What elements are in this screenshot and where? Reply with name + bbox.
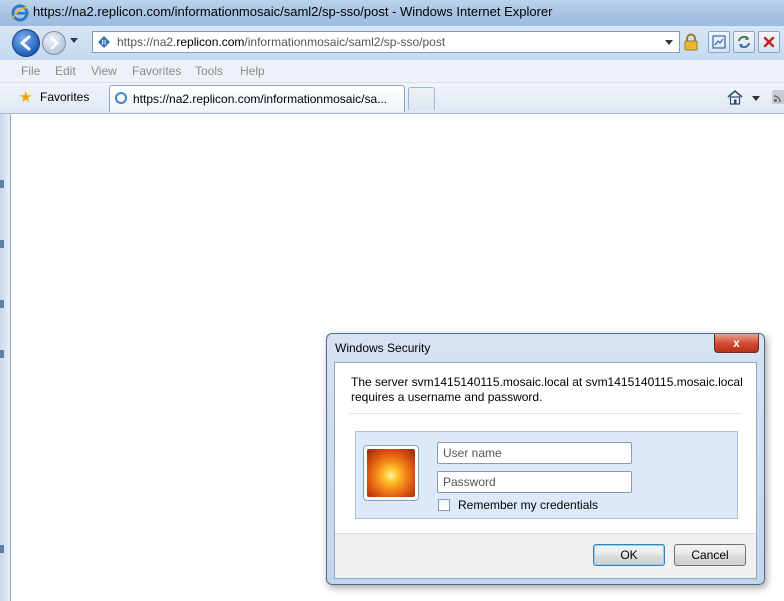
user-avatar (363, 445, 419, 501)
password-field[interactable] (437, 471, 632, 493)
url-domain: replicon.com (176, 35, 245, 49)
compatibility-view-button[interactable] (708, 31, 730, 53)
dialog-footer: OK Cancel (335, 533, 756, 578)
dialog-message: The server svm1415140115.mosaic.local at… (351, 375, 746, 405)
address-dropdown-icon[interactable] (665, 40, 673, 45)
browser-tab-active[interactable]: https://na2.replicon.com/informationmosa… (109, 85, 405, 112)
favorites-label: Favorites (40, 90, 90, 104)
divider (349, 413, 742, 414)
dialog-message-line2: requires a username and password. (351, 390, 543, 404)
tab-label: https://na2.replicon.com/informationmosa… (133, 92, 388, 106)
loading-icon (115, 92, 127, 104)
menu-edit[interactable]: Edit (55, 64, 76, 78)
rss-feed-icon[interactable] (772, 90, 784, 104)
dialog-title: Windows Security (335, 341, 431, 355)
desktop-icon-fragment (0, 350, 4, 358)
forward-button[interactable] (42, 31, 66, 55)
favorites-button[interactable]: ★ Favorites (13, 85, 107, 109)
back-button[interactable] (12, 29, 40, 57)
menu-favorites[interactable]: Favorites (132, 64, 181, 78)
address-url[interactable]: https://na2.replicon.com/informationmosa… (117, 35, 445, 49)
menu-bar: File Edit View Favorites Tools Help (0, 60, 784, 83)
dialog-message-line1: The server svm1415140115.mosaic.local at… (351, 375, 743, 389)
arrow-right-icon (50, 36, 59, 50)
internet-explorer-icon (11, 4, 29, 22)
menu-help[interactable]: Help (240, 64, 265, 78)
remember-credentials-checkbox[interactable] (438, 499, 450, 511)
address-bar[interactable]: R https://na2.replicon.com/informationmo… (92, 31, 680, 53)
refresh-button[interactable] (733, 31, 755, 53)
home-dropdown-icon[interactable] (752, 96, 760, 101)
credential-panel: Remember my credentials (355, 431, 738, 519)
menu-view[interactable]: View (91, 64, 117, 78)
flower-avatar-icon (367, 449, 415, 497)
desktop-icon-fragment (0, 545, 4, 553)
stop-button[interactable] (758, 31, 780, 53)
navigation-bar: R https://na2.replicon.com/informationmo… (0, 26, 784, 60)
new-tab-button[interactable] (408, 87, 435, 110)
menu-file[interactable]: File (21, 64, 40, 78)
window-title-bar: https://na2.replicon.com/informationmosa… (0, 0, 784, 26)
dialog-close-button[interactable]: x (714, 334, 759, 353)
username-field[interactable] (437, 442, 632, 464)
lock-icon[interactable] (682, 33, 700, 51)
close-icon (763, 36, 775, 48)
favorites-and-tabs-bar: ★ Favorites https://na2.replicon.com/inf… (0, 83, 784, 114)
arrow-left-icon (20, 35, 31, 51)
home-icon[interactable] (726, 88, 744, 106)
window-title: https://na2.replicon.com/informationmosa… (33, 4, 553, 19)
close-icon: x (733, 336, 740, 350)
windows-security-dialog: Windows Security x The server svm1415140… (326, 333, 765, 585)
menu-tools[interactable]: Tools (195, 64, 223, 78)
ok-button[interactable]: OK (593, 544, 665, 566)
dialog-body: The server svm1415140115.mosaic.local at… (334, 362, 757, 579)
star-icon: ★ (19, 89, 33, 106)
desktop-icon-fragment (0, 300, 4, 308)
refresh-icon (738, 36, 750, 48)
remember-credentials-label[interactable]: Remember my credentials (458, 498, 598, 512)
desktop-icon-fragment (0, 240, 4, 248)
svg-text:R: R (101, 40, 106, 47)
desktop-icon-fragment (0, 180, 4, 188)
url-prefix: https://na2. (117, 35, 177, 49)
site-favicon-icon: R (98, 36, 110, 48)
recent-pages-dropdown-icon[interactable] (70, 38, 78, 43)
compatibility-view-icon (712, 35, 726, 49)
cancel-button[interactable]: Cancel (674, 544, 746, 566)
url-path: /informationmosaic/saml2/sp-sso/post (244, 35, 446, 49)
